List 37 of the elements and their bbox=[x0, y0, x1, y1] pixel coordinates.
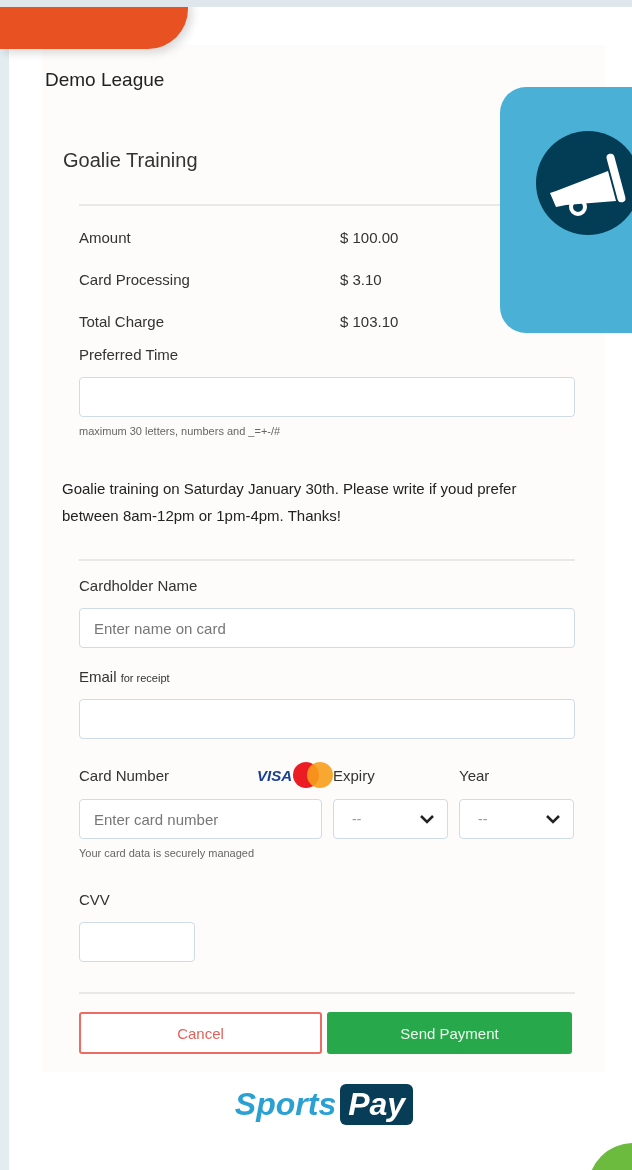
field-label: Cardholder Name bbox=[79, 577, 199, 594]
event-title: Goalie Training bbox=[63, 149, 199, 172]
charge-value: $ 103.10 bbox=[340, 312, 399, 332]
field-note: for receipt bbox=[120, 672, 170, 684]
preferred-time-input[interactable] bbox=[79, 377, 575, 417]
field-label: Year bbox=[459, 766, 490, 784]
select-placeholder: -- bbox=[478, 811, 488, 827]
field-label: Email bbox=[79, 668, 117, 685]
visa-logo: VISA bbox=[257, 766, 292, 784]
expiry-select[interactable]: -- bbox=[333, 799, 448, 839]
organization-name: Demo League bbox=[45, 69, 166, 91]
send-payment-button[interactable]: Send Payment bbox=[327, 1012, 572, 1054]
select-placeholder: -- bbox=[352, 811, 362, 827]
charge-label: Total Charge bbox=[79, 312, 166, 332]
logo-text: Sports bbox=[234, 1086, 337, 1123]
field-label: Preferred Time bbox=[79, 346, 180, 363]
email-input[interactable] bbox=[79, 699, 575, 739]
megaphone-icon bbox=[536, 131, 632, 235]
cvv-input[interactable] bbox=[79, 922, 195, 962]
charge-value: $ 3.10 bbox=[340, 270, 382, 290]
field-hint: Your card data is securely managed bbox=[79, 847, 256, 859]
cardholder-name-input[interactable]: Enter name on card bbox=[79, 608, 575, 648]
field-label: Expiry bbox=[333, 766, 375, 784]
logo-badge: Pay bbox=[340, 1084, 414, 1125]
charge-label: Amount bbox=[79, 228, 132, 248]
charge-label: Card Processing bbox=[79, 270, 191, 290]
field-label: Card Number bbox=[79, 766, 170, 784]
card-number-input[interactable]: Enter card number bbox=[79, 799, 322, 839]
chevron-down-icon bbox=[419, 814, 435, 824]
field-hint: maximum 30 letters, numbers and _=+-/# bbox=[79, 425, 282, 437]
chevron-down-icon bbox=[545, 814, 561, 824]
event-description: Goalie training on Saturday January 30th. Please write if youd prefer between 8am-12pm or 1pm-4pm. Thanks! bbox=[62, 479, 518, 526]
cancel-button[interactable]: Cancel bbox=[79, 1012, 322, 1054]
charge-value: $ 100.00 bbox=[340, 228, 399, 248]
field-label: CVV bbox=[79, 891, 111, 908]
year-select[interactable]: -- bbox=[459, 799, 574, 839]
mastercard-icon bbox=[292, 761, 334, 789]
